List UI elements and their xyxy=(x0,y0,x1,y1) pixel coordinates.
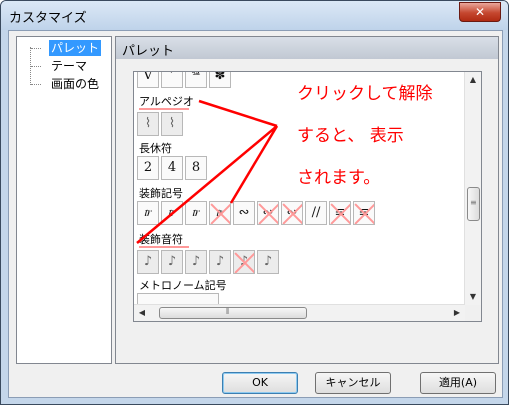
mordent-icon: 𝆖 xyxy=(192,205,200,220)
tremolo-icon: ≡ xyxy=(334,205,346,220)
section-label-ornaments: 装飾記号 xyxy=(139,187,183,200)
palette-cell[interactable]: 4 xyxy=(161,156,183,180)
dialog-client: パレット テーマ 画面の色 パレット V ’ 𝆮 ✽ アルペジオ ⌇ ⌇ 長休符… xyxy=(8,30,503,398)
palette-cell[interactable]: 𝆖 xyxy=(161,201,183,225)
horizontal-scrollbar[interactable]: ◀ ⦀ ▶ xyxy=(134,304,465,321)
tree-item-label: 画面の色 xyxy=(51,77,100,91)
mordent-icon: 𝆖 xyxy=(168,205,176,220)
symbol-icon: 𝆮 xyxy=(191,71,201,83)
palette-list: V ’ 𝆮 ✽ アルペジオ ⌇ ⌇ 長休符 2 4 8 装飾記号 𝆖 𝆖 𝆖 𝆖… xyxy=(133,71,482,322)
palette-cell[interactable]: ✽ xyxy=(209,71,231,88)
turn-icon: ∾ xyxy=(262,205,274,220)
symbol-icon: ’ xyxy=(169,71,175,83)
ok-button[interactable]: OK xyxy=(222,372,298,394)
section-label-metronome: メトロノーム記号 xyxy=(139,279,227,292)
symbol-icon: V xyxy=(143,71,153,83)
palette-cell[interactable]: ♪ xyxy=(209,250,231,274)
annotation-text-line1: クリックして解除 xyxy=(297,84,433,104)
tremolo-icon: ≡ xyxy=(358,205,370,220)
tree-item-label: テーマ xyxy=(51,59,88,73)
mordent-icon: 𝆖 xyxy=(216,205,224,220)
scroll-corner xyxy=(465,305,481,321)
rest-2-icon: 2 xyxy=(143,160,153,175)
cancel-button[interactable]: キャンセル xyxy=(315,372,391,394)
title-bar[interactable]: カスタマイズ ✕ xyxy=(1,1,508,30)
turn-icon: ∾ xyxy=(286,205,298,220)
palette-cell-disabled[interactable]: 𝆖 xyxy=(209,201,231,225)
annotation-text-line3: されます。 xyxy=(297,168,381,188)
palette-cell[interactable]: 𝆖 xyxy=(185,201,207,225)
apply-button[interactable]: 適用(A) xyxy=(420,372,496,394)
section-label-grace-notes: 装飾音符 xyxy=(139,233,183,246)
scroll-up-icon[interactable]: ▲ xyxy=(465,72,481,88)
grace-note-icon: ♪ xyxy=(215,254,225,269)
close-button[interactable]: ✕ xyxy=(459,2,501,22)
palette-cell[interactable]: ⌇ xyxy=(137,112,159,136)
palette-cell-disabled[interactable]: ∾ xyxy=(281,201,303,225)
section-strike-mark xyxy=(139,246,189,248)
annotation-text-line2: すると、 表示 xyxy=(297,126,404,146)
vertical-scrollbar[interactable]: ▲ ≡ ▼ xyxy=(464,72,481,305)
pane-title: パレット xyxy=(122,44,175,59)
palette-cell[interactable]: ⌇ xyxy=(161,112,183,136)
palette-cell[interactable]: 2 xyxy=(137,156,159,180)
grace-note-icon: ♪ xyxy=(239,254,249,269)
palette-cell-disabled[interactable]: ≡ xyxy=(353,201,375,225)
scroll-right-icon[interactable]: ▶ xyxy=(449,305,465,321)
window-title: カスタマイズ xyxy=(9,11,87,26)
palette-cell[interactable]: 𝆮 xyxy=(185,71,207,88)
palette-cell[interactable]: V xyxy=(137,71,159,88)
palette-cell-disabled[interactable]: ∾ xyxy=(257,201,279,225)
grace-note-icon: ♪ xyxy=(191,254,201,269)
palette-cell-disabled[interactable]: ≡ xyxy=(329,201,351,225)
section-strike-mark xyxy=(139,108,189,110)
pane-header: パレット xyxy=(116,37,498,59)
scroll-thumb-horizontal[interactable]: ⦀ xyxy=(159,307,307,319)
palette-cell[interactable]: ♪ xyxy=(257,250,279,274)
tree-branch xyxy=(31,66,41,67)
tree-item-label: パレット xyxy=(49,40,102,56)
tree-branch xyxy=(31,84,41,85)
grace-note-icon: ♪ xyxy=(167,254,177,269)
close-icon: ✕ xyxy=(474,5,486,19)
arpeggio-down-icon: ⌇ xyxy=(168,116,176,131)
arpeggio-icon: ⌇ xyxy=(144,116,152,131)
palette-cell-disabled[interactable]: ♪ xyxy=(233,250,255,274)
tremolo-icon: ∕∕ xyxy=(311,205,321,220)
category-tree: パレット テーマ 画面の色 xyxy=(16,36,112,364)
mordent-icon: 𝆖 xyxy=(144,205,152,220)
palette-cell[interactable]: 𝆖 xyxy=(137,201,159,225)
palette-cell[interactable]: ♪ xyxy=(137,250,159,274)
grip-icon: ⦀ xyxy=(226,307,230,316)
turn-icon: ∾ xyxy=(238,205,250,220)
section-label-long-rest: 長休符 xyxy=(139,142,172,155)
palette-cell[interactable]: ♪ xyxy=(161,250,183,274)
palette-cell[interactable]: ∕∕ xyxy=(305,201,327,225)
rest-8-icon: 8 xyxy=(191,160,201,175)
grace-note-icon: ♪ xyxy=(143,254,153,269)
symbol-icon: ✽ xyxy=(214,71,226,83)
palette-cell[interactable]: ♪ xyxy=(185,250,207,274)
tree-branch xyxy=(31,48,41,49)
palette-cell[interactable]: 8 xyxy=(185,156,207,180)
grace-note-icon: ♪ xyxy=(263,254,273,269)
scroll-left-icon[interactable]: ◀ xyxy=(134,305,150,321)
palette-cell[interactable]: ∾ xyxy=(233,201,255,225)
section-label-arpeggio: アルペジオ xyxy=(139,95,194,108)
scroll-down-icon[interactable]: ▼ xyxy=(465,289,481,305)
scroll-thumb-vertical[interactable]: ≡ xyxy=(467,187,480,221)
palette-cell[interactable]: ’ xyxy=(161,71,183,88)
grip-icon: ≡ xyxy=(470,198,477,207)
customize-dialog: カスタマイズ ✕ パレット テーマ 画面の色 パレット V ’ 𝆮 ✽ アルペジ… xyxy=(0,0,509,405)
rest-4-icon: 4 xyxy=(167,160,177,175)
